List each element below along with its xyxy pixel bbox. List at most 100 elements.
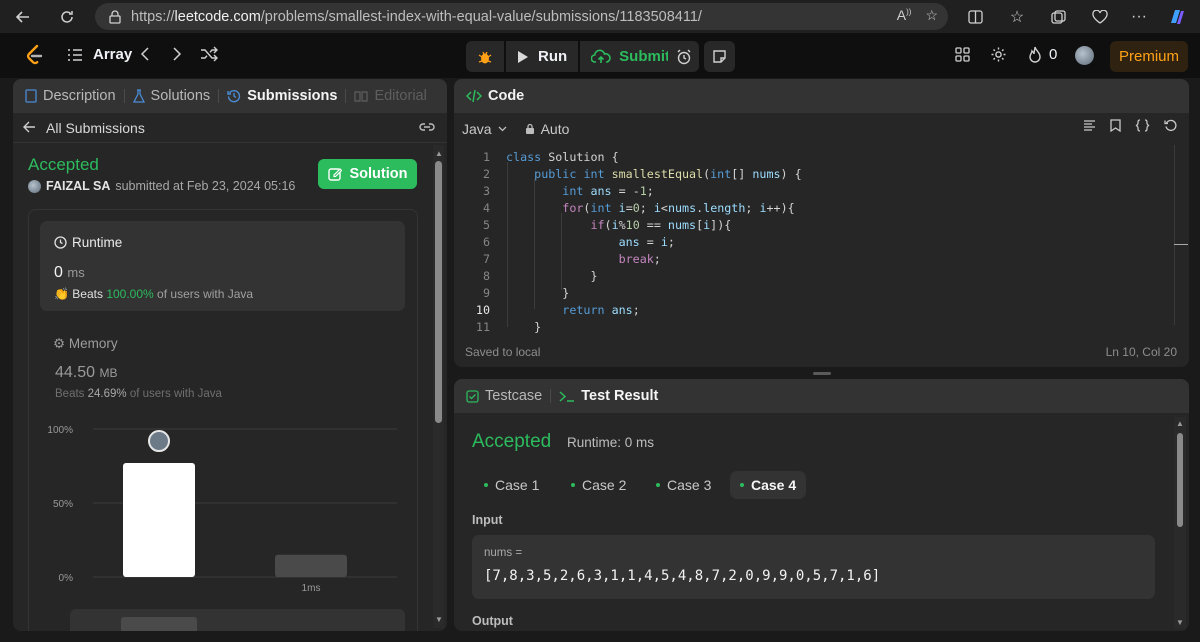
code-line[interactable]: 9 } [454,286,1189,303]
tab-testcase-label: Testcase [485,388,543,404]
notes-button[interactable] [704,41,735,72]
case-tab-2[interactable]: Case 2 [561,471,636,499]
refresh-icon[interactable] [52,2,82,32]
runtime-card[interactable]: Runtime 0 ms 👏 Beats 100.00% of users wi… [40,221,405,311]
shuffle-icon[interactable] [200,46,218,62]
result-scroll-thumb[interactable] [1177,433,1183,527]
code-line[interactable]: 4 for(int i=0; i<nums.length; i++){ [454,201,1189,218]
run-button[interactable]: Run [506,41,579,72]
language-select[interactable]: Java [462,121,507,137]
runtime-beats: 👏 Beats 100.00% of users with Java [54,287,253,301]
tab-testcase[interactable]: Testcase [466,388,542,404]
user-avatar[interactable] [1075,46,1094,65]
code-text: } [506,286,570,300]
code-toolbar: Java Auto [454,113,1189,145]
bookmark-icon[interactable] [1110,119,1121,132]
tab-solutions[interactable]: Solutions [132,88,210,104]
left-scroll-thumb[interactable] [435,161,442,423]
favorite-star-icon[interactable]: ☆ [925,7,938,24]
chart-bar [123,463,195,577]
result-scrollbar[interactable]: ▲ ▼ [1174,417,1186,629]
more-options-icon[interactable]: ··· [1124,2,1154,32]
health-heart-icon[interactable] [1085,2,1115,32]
line-number: 7 [482,252,490,266]
scroll-up-icon[interactable]: ▲ [435,149,443,158]
case-tab-3[interactable]: Case 3 [646,471,721,499]
submitter-name[interactable]: FAIZAL SA [46,179,110,193]
streak-counter[interactable]: 0 [1028,46,1057,63]
problem-list-button[interactable]: Array [67,46,132,63]
format-lines-icon[interactable] [1083,119,1096,132]
auto-mode[interactable]: Auto [525,121,569,137]
code-line[interactable]: 7 break; [454,252,1189,269]
next-problem-chevron-icon[interactable] [172,44,188,64]
tab-separator [218,89,220,103]
code-line[interactable]: 10 return ans; [454,303,1189,320]
submit-button[interactable]: Submit [580,41,682,72]
code-line[interactable]: 1 class Solution { [454,150,1189,167]
all-submissions-link[interactable]: All Submissions [46,120,145,136]
tab-submissions[interactable]: Submissions [227,88,337,104]
read-aloud-icon[interactable]: A)) [897,7,912,24]
split-screen-icon[interactable] [960,2,990,32]
layout-grid-icon[interactable] [955,47,970,62]
left-scrollbar[interactable]: ▲ ▼ [433,145,444,628]
problem-list-label: Array [93,46,133,63]
copilot-icon[interactable] [1162,2,1192,32]
lock-icon [109,9,121,24]
tab-editorial[interactable]: Editorial [354,88,427,104]
panel-resize-handle[interactable] [813,372,831,375]
y-tick-label: 100% [47,425,73,436]
scroll-down-icon[interactable]: ▼ [435,615,443,624]
leetcode-logo-icon[interactable] [24,43,44,67]
scroll-up-icon[interactable]: ▲ [1176,419,1184,428]
submitter-avatar[interactable] [28,179,41,193]
clock-icon [54,236,67,249]
code-line[interactable]: 5 if(i%10 == nums[i]){ [454,218,1189,235]
share-link-icon[interactable] [419,120,435,136]
runtime-unit: ms [67,265,85,280]
braces-icon[interactable] [1135,119,1150,132]
runtime-number: 0 [54,264,63,281]
tab-submissions-label: Submissions [247,88,338,104]
indent-guide [561,213,562,290]
url-prefix: https:// [131,8,175,25]
submission-status: Accepted [28,155,99,174]
language-value: Java [462,121,492,137]
code-line[interactable]: 11 } [454,320,1189,337]
code-panel: Code Java Auto 1 class Solution {2 public… [454,79,1189,367]
timer-button[interactable] [668,41,699,72]
collections-icon[interactable] [1043,2,1073,32]
address-bar[interactable]: https://leetcode.com/problems/smallest-i… [95,3,948,30]
code-line[interactable]: 6 ans = i; [454,235,1189,252]
memory-beats-suffix: of users with Java [129,388,222,400]
scroll-down-icon[interactable]: ▼ [1176,618,1184,627]
history-icon [227,90,241,103]
back-arrow-icon[interactable] [8,2,38,32]
submit-label: Submit [619,48,671,65]
debug-bug-button[interactable] [466,41,504,72]
memory-beats-prefix: Beats [55,388,85,400]
tab-description[interactable]: Description [25,88,116,104]
code-title: Code [488,88,525,104]
premium-button[interactable]: Premium [1110,41,1188,72]
reset-icon[interactable] [1164,119,1177,132]
favorites-icon[interactable]: ☆ [1002,2,1032,32]
settings-gear-icon[interactable] [990,46,1007,63]
back-arrow-icon[interactable] [23,120,36,136]
line-number: 10 [475,303,490,317]
prev-problem-chevron-icon[interactable] [140,44,156,64]
code-editor[interactable]: 1 class Solution {2 public int smallestEq… [454,145,1189,345]
case-tab-1[interactable]: Case 1 [474,471,549,499]
case-tab-4[interactable]: Case 4 [730,471,807,499]
code-line[interactable]: 8 } [454,269,1189,286]
code-line[interactable]: 2 public int smallestEqual(int[] nums) { [454,167,1189,184]
memory-label[interactable]: ⚙ Memory [53,336,118,352]
tab-test-result[interactable]: Test Result [559,388,658,404]
post-solution-button[interactable]: Solution [318,159,417,189]
pass-dot-icon [484,483,488,487]
code-line[interactable]: 3 int ans = -1; [454,184,1189,201]
line-number: 6 [482,235,490,249]
editor-cursor-marker [1174,244,1188,245]
run-submit-group: Run Submit [466,41,682,72]
